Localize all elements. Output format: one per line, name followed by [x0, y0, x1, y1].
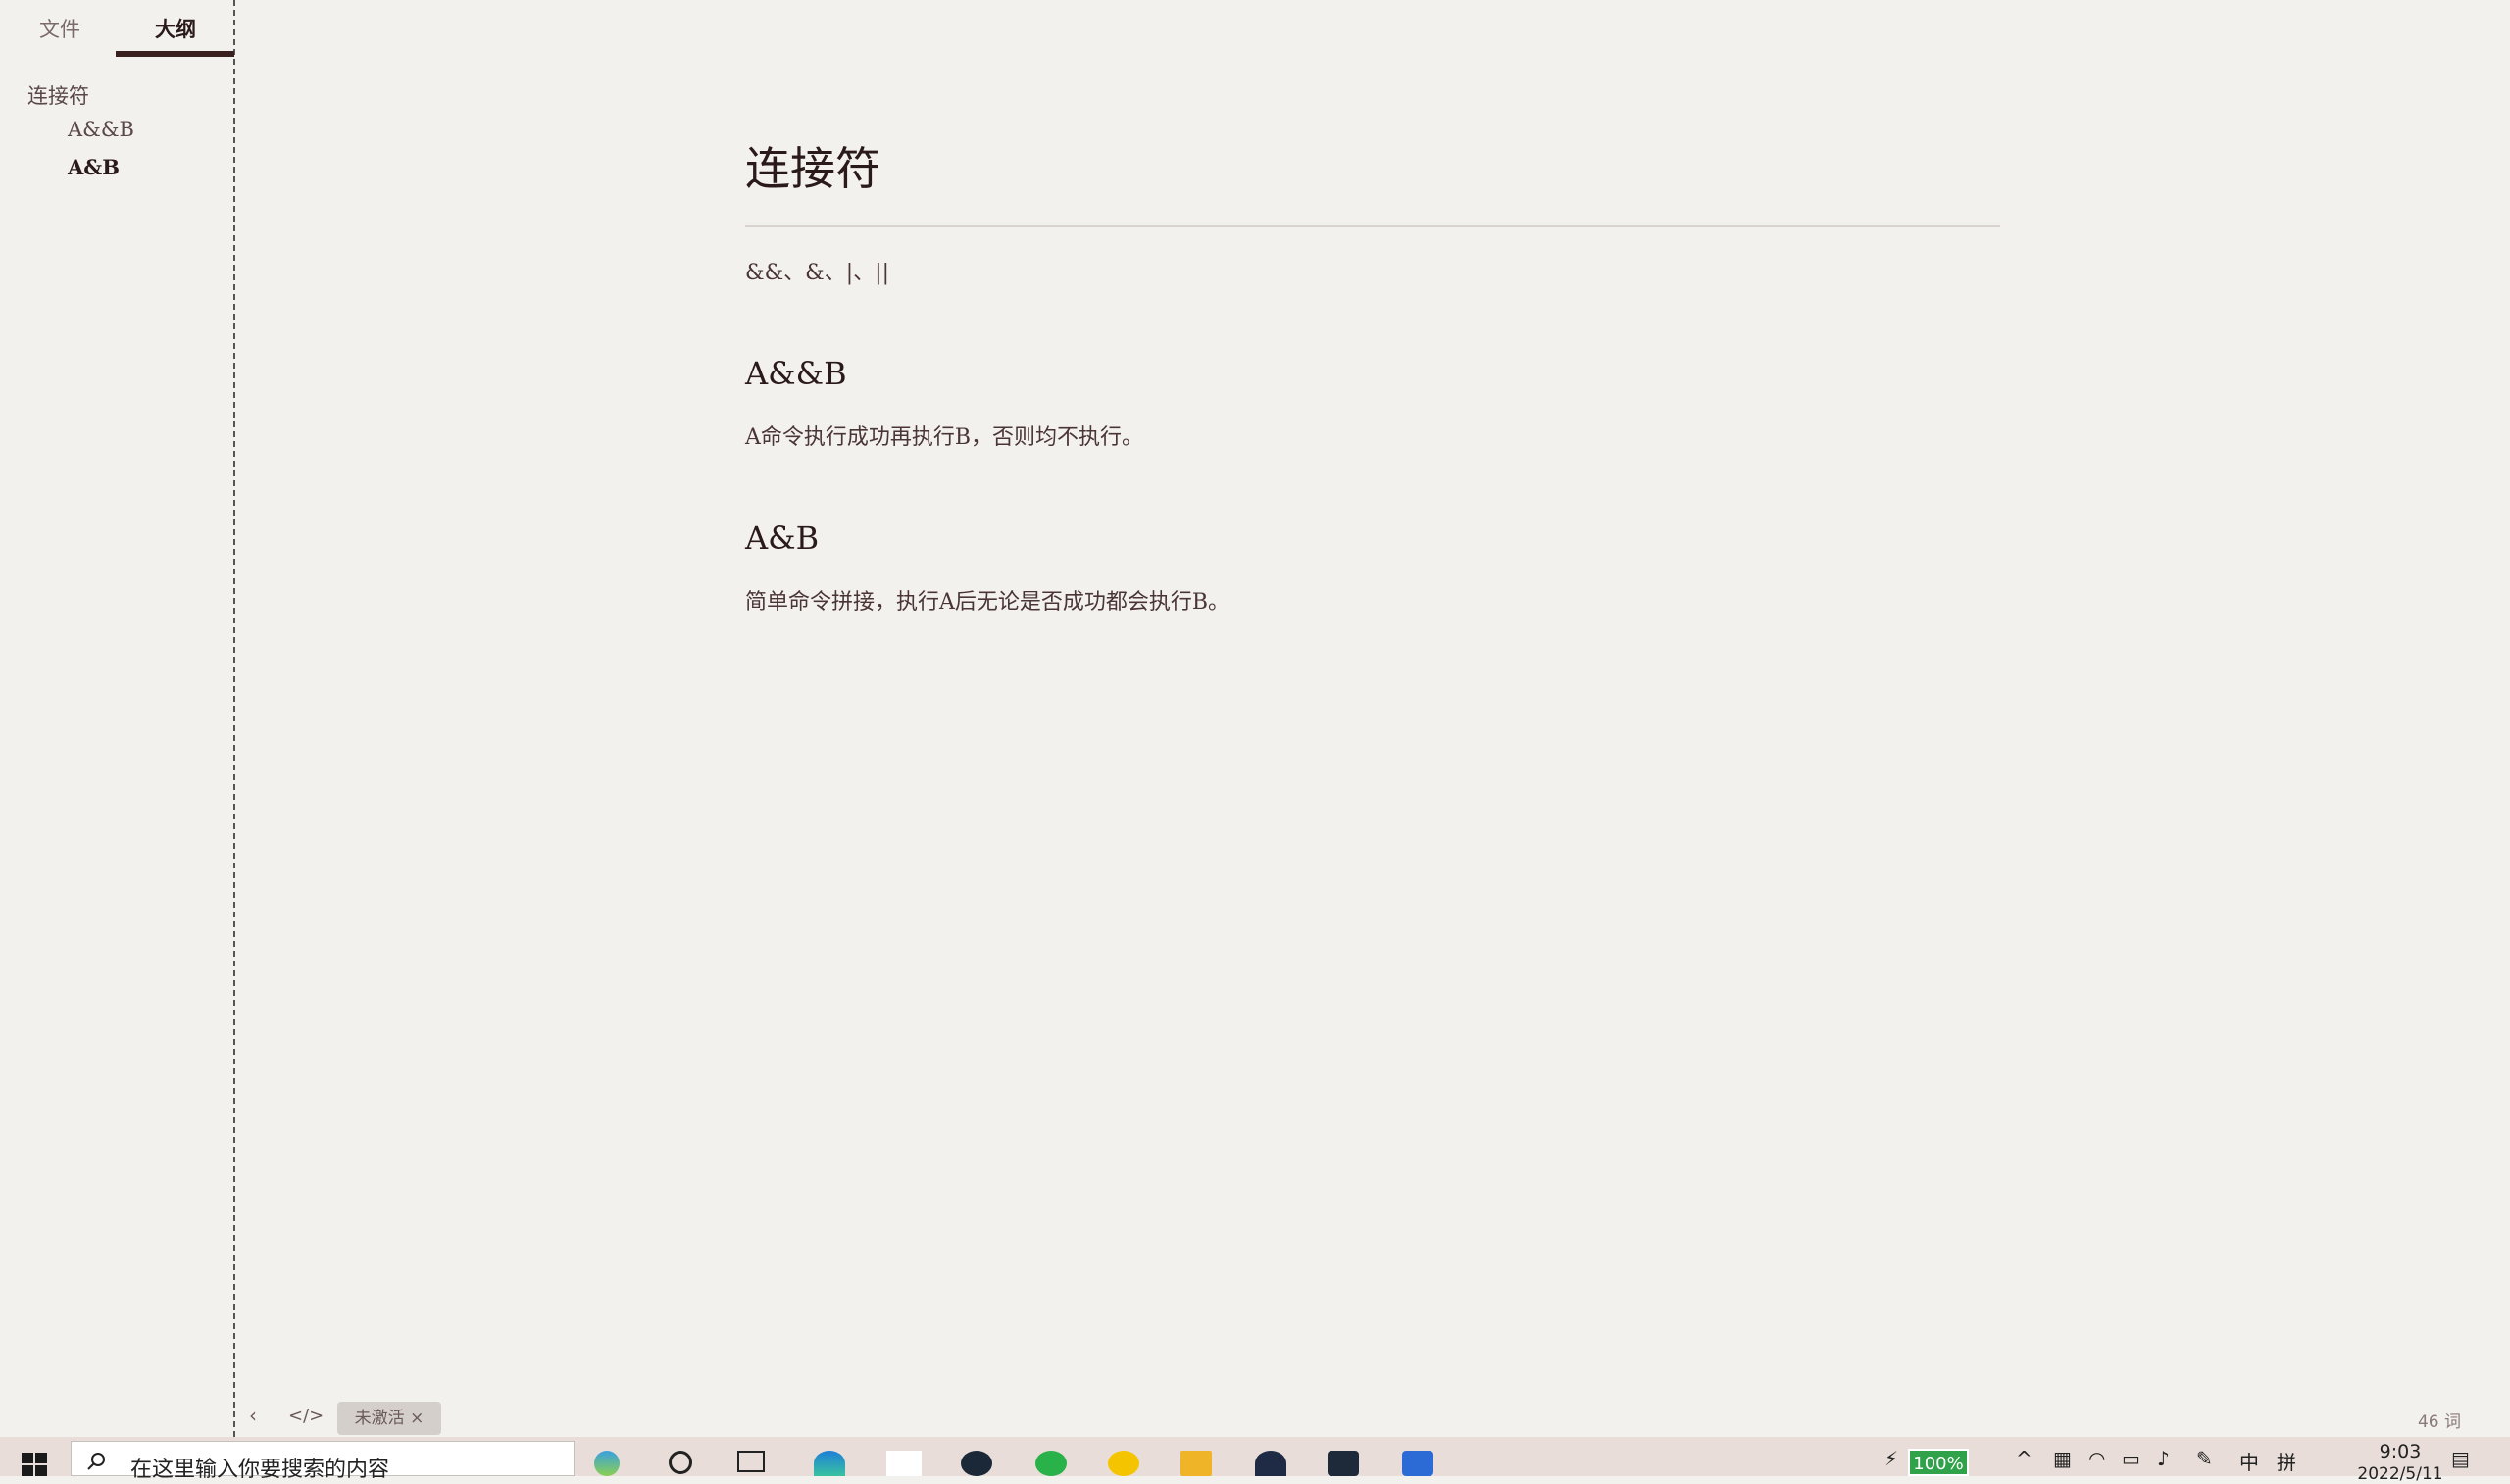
pen-icon[interactable]: ✎	[2196, 1447, 2213, 1470]
task-view-icon[interactable]	[737, 1451, 765, 1472]
wifi-icon[interactable]: ◠	[2088, 1447, 2105, 1470]
windows-taskbar: 在这里输入你要搜索的内容 ⚡ 100% ^ ▦ ◠ ▭ ♪ ✎ 中 拼 9:03…	[0, 1437, 2510, 1484]
tab-files[interactable]: 文件	[39, 14, 80, 43]
blue-app-icon[interactable]	[1402, 1451, 1433, 1476]
windows-start-icon[interactable]	[22, 1453, 49, 1476]
active-tab-indicator	[116, 51, 234, 57]
edge-browser-icon[interactable]	[814, 1451, 845, 1476]
yellow-app-icon[interactable]	[1108, 1451, 1139, 1476]
terminal-app-icon[interactable]	[1328, 1451, 1359, 1476]
cat-app-icon[interactable]	[1255, 1451, 1286, 1476]
tab-outline[interactable]: 大纲	[155, 14, 196, 43]
typora-app-icon[interactable]	[886, 1451, 922, 1476]
toggle-sidebar-icon[interactable]: ‹	[249, 1404, 257, 1427]
section-paragraph: A命令执行成功再执行B，否则均不执行。	[745, 425, 1144, 450]
outline-item-a-and-b[interactable]: A&B	[68, 155, 120, 179]
tray-app-icon[interactable]: ▦	[2053, 1447, 2072, 1470]
outline-item-a-and-and-b[interactable]: A&&B	[68, 118, 134, 141]
steam-icon[interactable]	[961, 1451, 992, 1476]
search-placeholder: 在这里输入你要搜索的内容	[130, 1458, 390, 1482]
volume-icon[interactable]: ♪	[2157, 1447, 2170, 1470]
clock-time[interactable]: 9:03	[2353, 1441, 2447, 1462]
file-explorer-icon[interactable]	[1180, 1451, 1212, 1476]
sidebar: 文件 大纲 连接符 A&&B A&B	[0, 0, 235, 1437]
taskbar-search-box[interactable]: 在这里输入你要搜索的内容	[71, 1441, 575, 1482]
cortana-icon[interactable]	[669, 1451, 692, 1474]
battery-indicator[interactable]: 100%	[1908, 1449, 1969, 1476]
source-code-mode-icon[interactable]: </>	[288, 1406, 324, 1426]
ime-mode[interactable]: 拼	[2277, 1447, 2296, 1475]
green-app-icon[interactable]	[1035, 1451, 1067, 1476]
network-icon[interactable]: ▭	[2122, 1447, 2140, 1470]
sidebar-tabs: 文件 大纲	[0, 0, 234, 59]
intro-paragraph: &&、&、|、||	[745, 261, 889, 285]
document-title: 连接符	[745, 142, 880, 195]
clock-date[interactable]: 2022/5/11	[2353, 1464, 2447, 1484]
outline-item-title[interactable]: 连接符	[27, 80, 89, 110]
ime-language[interactable]: 中	[2239, 1447, 2259, 1475]
status-bar: ‹ </> 未激活 × 46 词	[237, 1398, 2510, 1437]
section-heading: A&&B	[745, 355, 847, 392]
widget-app-icon[interactable]	[594, 1451, 620, 1476]
search-icon	[87, 1453, 105, 1470]
unactivated-badge[interactable]: 未激活 ×	[337, 1402, 441, 1435]
title-divider	[745, 225, 2000, 227]
section-paragraph: 简单命令拼接，执行A后无论是否成功都会执行B。	[745, 590, 1230, 615]
charging-icon: ⚡	[1884, 1447, 1899, 1470]
chevron-up-icon[interactable]: ^	[2016, 1447, 2033, 1470]
section-heading: A&B	[745, 519, 820, 557]
typora-window: 文件 大纲 连接符 A&&B A&B 连接符 &&、&、|、|| A&&B A命…	[0, 0, 2510, 1437]
word-count[interactable]: 46 词	[2418, 1408, 2461, 1432]
notification-icon[interactable]: ▤	[2451, 1447, 2470, 1470]
